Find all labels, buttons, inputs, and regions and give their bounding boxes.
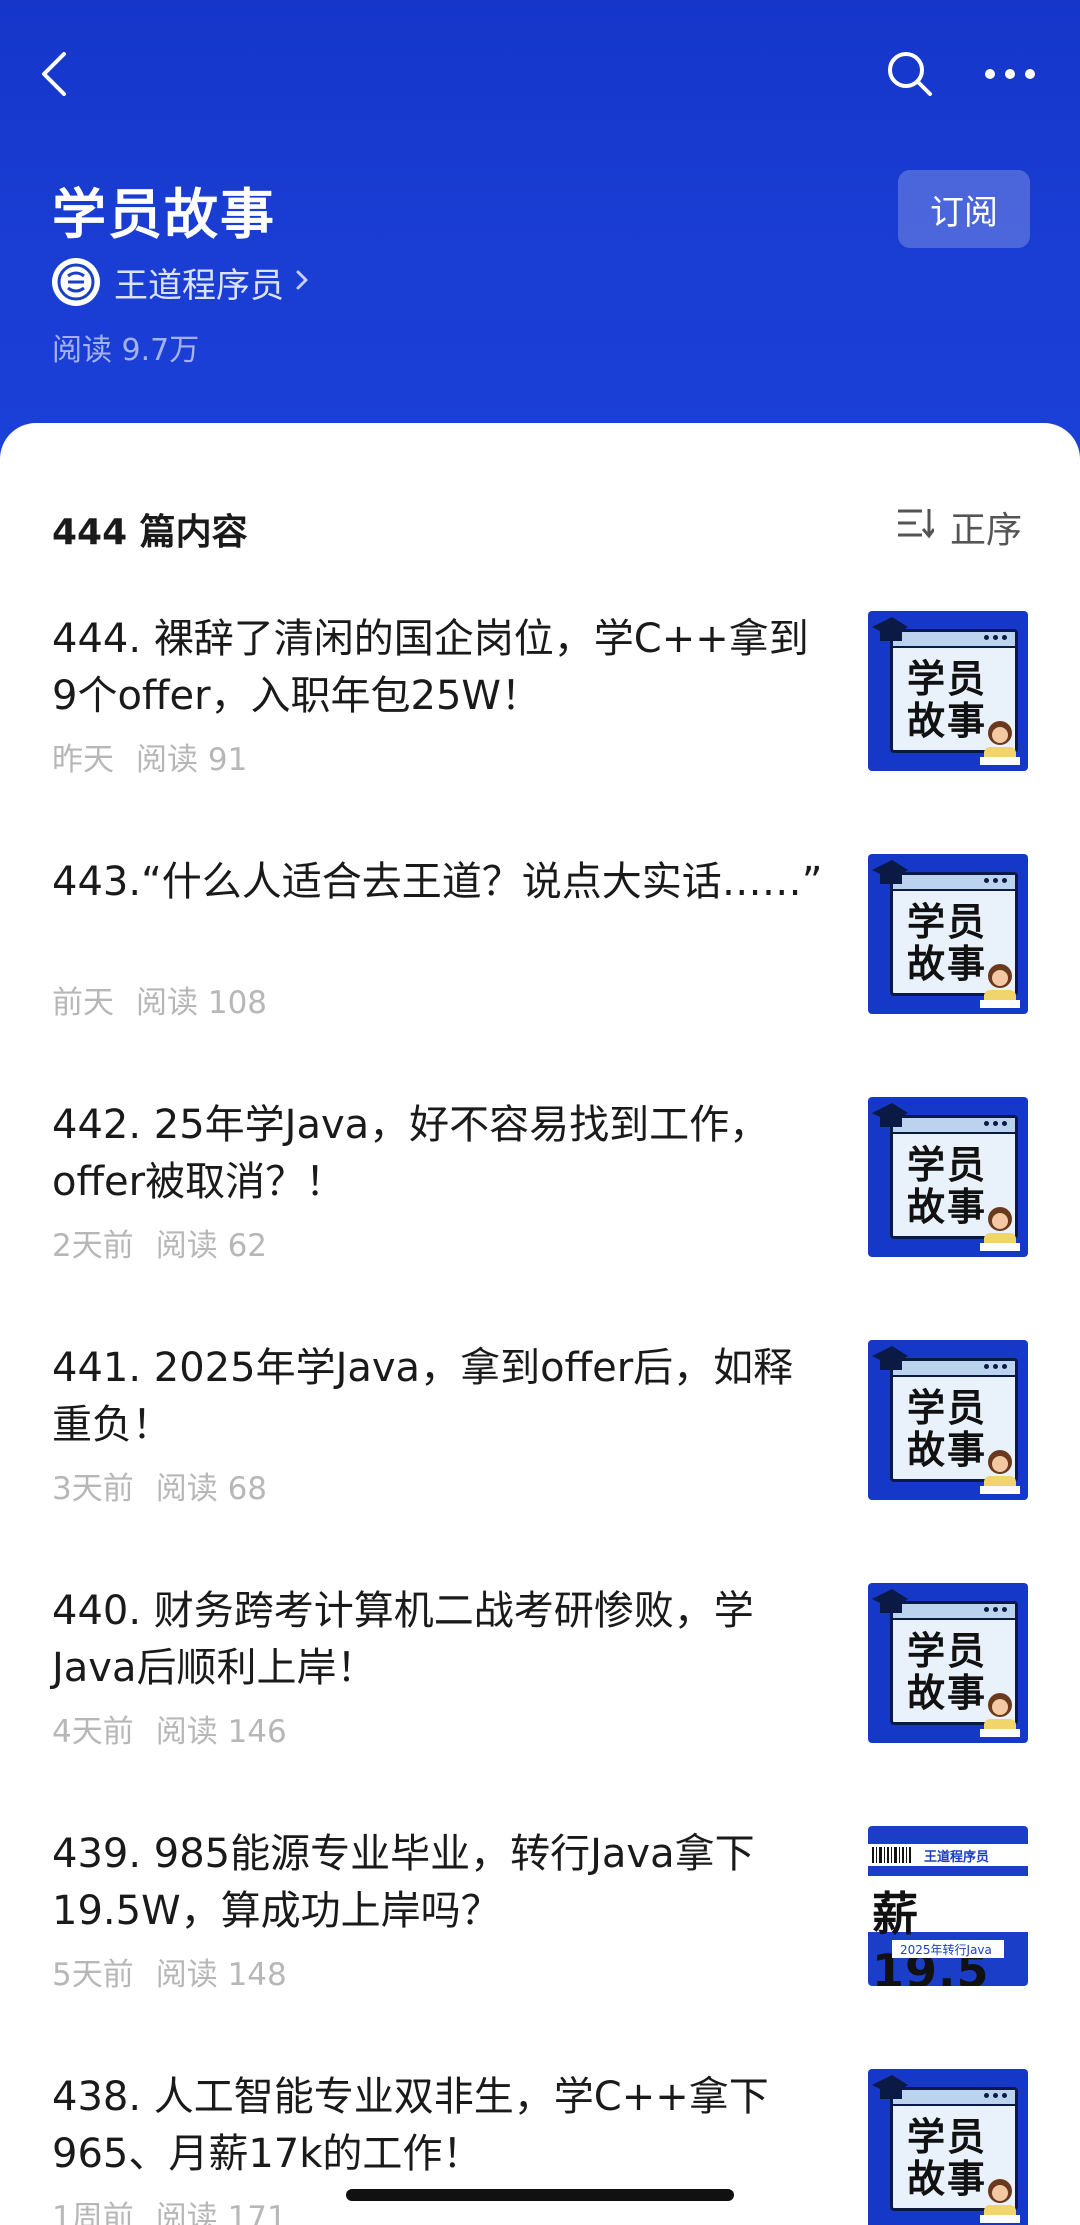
article-thumbnail: 王道程序员 薪19.5 2025年转行Java — [868, 1826, 1028, 1986]
article-reads: 阅读 68 — [155, 1471, 268, 1507]
article-item[interactable]: 438. 人工智能专业双非生，学C++拿下965、月薪17k的工作！ 1周前 阅读… — [52, 2069, 1028, 2225]
article-date: 4天前 — [52, 1714, 134, 1750]
back-icon[interactable] — [36, 46, 76, 102]
article-item[interactable]: 442. 25年学Java，好不容易找到工作，offer被取消？！ 2天前 阅读 … — [52, 1097, 1028, 1264]
student-illustration-icon — [980, 2179, 1020, 2223]
graduation-cap-icon — [872, 1103, 908, 1127]
sort-icon — [896, 507, 936, 548]
student-illustration-icon — [980, 1450, 1020, 1494]
page-title: 学员故事 — [52, 183, 276, 246]
article-reads: 阅读 148 — [155, 1957, 287, 1993]
article-thumbnail: 学员故事 — [868, 1583, 1028, 1743]
author-avatar — [52, 258, 100, 306]
article-item[interactable]: 443.“什么人适合去王道？说点大实话……” 前天 阅读 108 学员故事 — [52, 854, 1028, 1021]
sort-toggle[interactable]: 正序 — [896, 501, 1022, 553]
article-meta: 前天 阅读 108 — [52, 977, 267, 1022]
search-icon[interactable] — [882, 46, 938, 102]
article-thumbnail: 学员故事 — [868, 1097, 1028, 1257]
article-title: 441. 2025年学Java，拿到offer后，如释重负！ — [52, 1345, 794, 1448]
thumbnail-salary: 薪19.5 — [872, 1887, 990, 1986]
graduation-cap-icon — [872, 617, 908, 641]
student-illustration-icon — [980, 1207, 1020, 1251]
article-reads: 阅读 171 — [155, 2200, 287, 2225]
article-date: 昨天 — [52, 742, 114, 778]
thumbnail-brand: 王道程序员 — [924, 1850, 990, 1865]
home-indicator[interactable] — [346, 2189, 734, 2201]
article-date: 1周前 — [52, 2200, 134, 2225]
student-illustration-icon — [980, 1693, 1020, 1737]
article-meta: 昨天 阅读 91 — [52, 734, 247, 779]
article-title: 439. 985能源专业毕业，转行Java拿下19.5W，算成功上岸吗？ — [52, 1831, 755, 1934]
article-thumbnail: 学员故事 — [868, 2069, 1028, 2225]
subscribe-button[interactable]: 订阅 — [898, 170, 1030, 248]
article-title: 440. 财务跨考计算机二战考研惨败，学Java后顺利上岸！ — [52, 1588, 754, 1691]
article-date: 5天前 — [52, 1957, 134, 1993]
article-date: 前天 — [52, 985, 114, 1021]
author-link[interactable]: 王道程序员 — [52, 256, 310, 308]
sort-label: 正序 — [950, 510, 1023, 551]
article-item[interactable]: 444. 裸辞了清闲的国企岗位，学C++拿到9个offer，入职年包25W！ 昨… — [52, 611, 1028, 778]
article-date: 3天前 — [52, 1471, 134, 1507]
article-reads: 阅读 146 — [155, 1714, 287, 1750]
article-reads: 阅读 62 — [155, 1228, 268, 1264]
thumbnail-caption: 2025年转行Java — [900, 1943, 992, 1957]
article-meta: 4天前 阅读 146 — [52, 1706, 287, 1751]
student-illustration-icon — [980, 721, 1020, 765]
article-meta: 3天前 阅读 68 — [52, 1463, 267, 1508]
graduation-cap-icon — [872, 860, 908, 884]
article-item[interactable]: 439. 985能源专业毕业，转行Java拿下19.5W，算成功上岸吗？ 5天前… — [52, 1826, 1028, 1993]
graduation-cap-icon — [872, 1346, 908, 1370]
article-count: 444 篇内容 — [52, 512, 248, 553]
article-title: 438. 人工智能专业双非生，学C++拿下965、月薪17k的工作！ — [52, 2074, 769, 2177]
article-reads: 阅读 108 — [136, 985, 268, 1021]
graduation-cap-icon — [872, 2075, 908, 2099]
author-name: 王道程序员 — [114, 265, 284, 306]
article-thumbnail: 学员故事 — [868, 854, 1028, 1014]
article-date: 2天前 — [52, 1228, 134, 1264]
more-icon[interactable] — [980, 50, 1040, 98]
article-item[interactable]: 441. 2025年学Java，拿到offer后，如释重负！ 3天前 阅读 68 … — [52, 1340, 1028, 1507]
article-thumbnail: 学员故事 — [868, 611, 1028, 771]
article-title: 442. 25年学Java，好不容易找到工作，offer被取消？！ — [52, 1102, 770, 1205]
article-meta: 5天前 阅读 148 — [52, 1949, 287, 1994]
read-total: 阅读 9.7万 — [52, 333, 200, 368]
article-list-card: 444 篇内容 正序 444. 裸辞了清闲的国企岗位，学C++拿到9个offer… — [0, 423, 1080, 2225]
article-meta: 2天前 阅读 62 — [52, 1220, 267, 1265]
chevron-right-icon — [294, 266, 310, 298]
graduation-cap-icon — [872, 1589, 908, 1613]
student-illustration-icon — [980, 964, 1020, 1008]
article-title: 443.“什么人适合去王道？说点大实话……” — [52, 859, 823, 905]
article-reads: 阅读 91 — [136, 742, 248, 778]
article-thumbnail: 学员故事 — [868, 1340, 1028, 1500]
header: 学员故事 订阅 王道程序员 阅读 9.7万 — [0, 0, 1080, 460]
article-meta: 1周前 阅读 171 — [52, 2192, 287, 2225]
article-item[interactable]: 440. 财务跨考计算机二战考研惨败，学Java后顺利上岸！ 4天前 阅读 146… — [52, 1583, 1028, 1750]
barcode-icon — [872, 1847, 911, 1863]
article-title: 444. 裸辞了清闲的国企岗位，学C++拿到9个offer，入职年包25W！ — [52, 616, 809, 719]
